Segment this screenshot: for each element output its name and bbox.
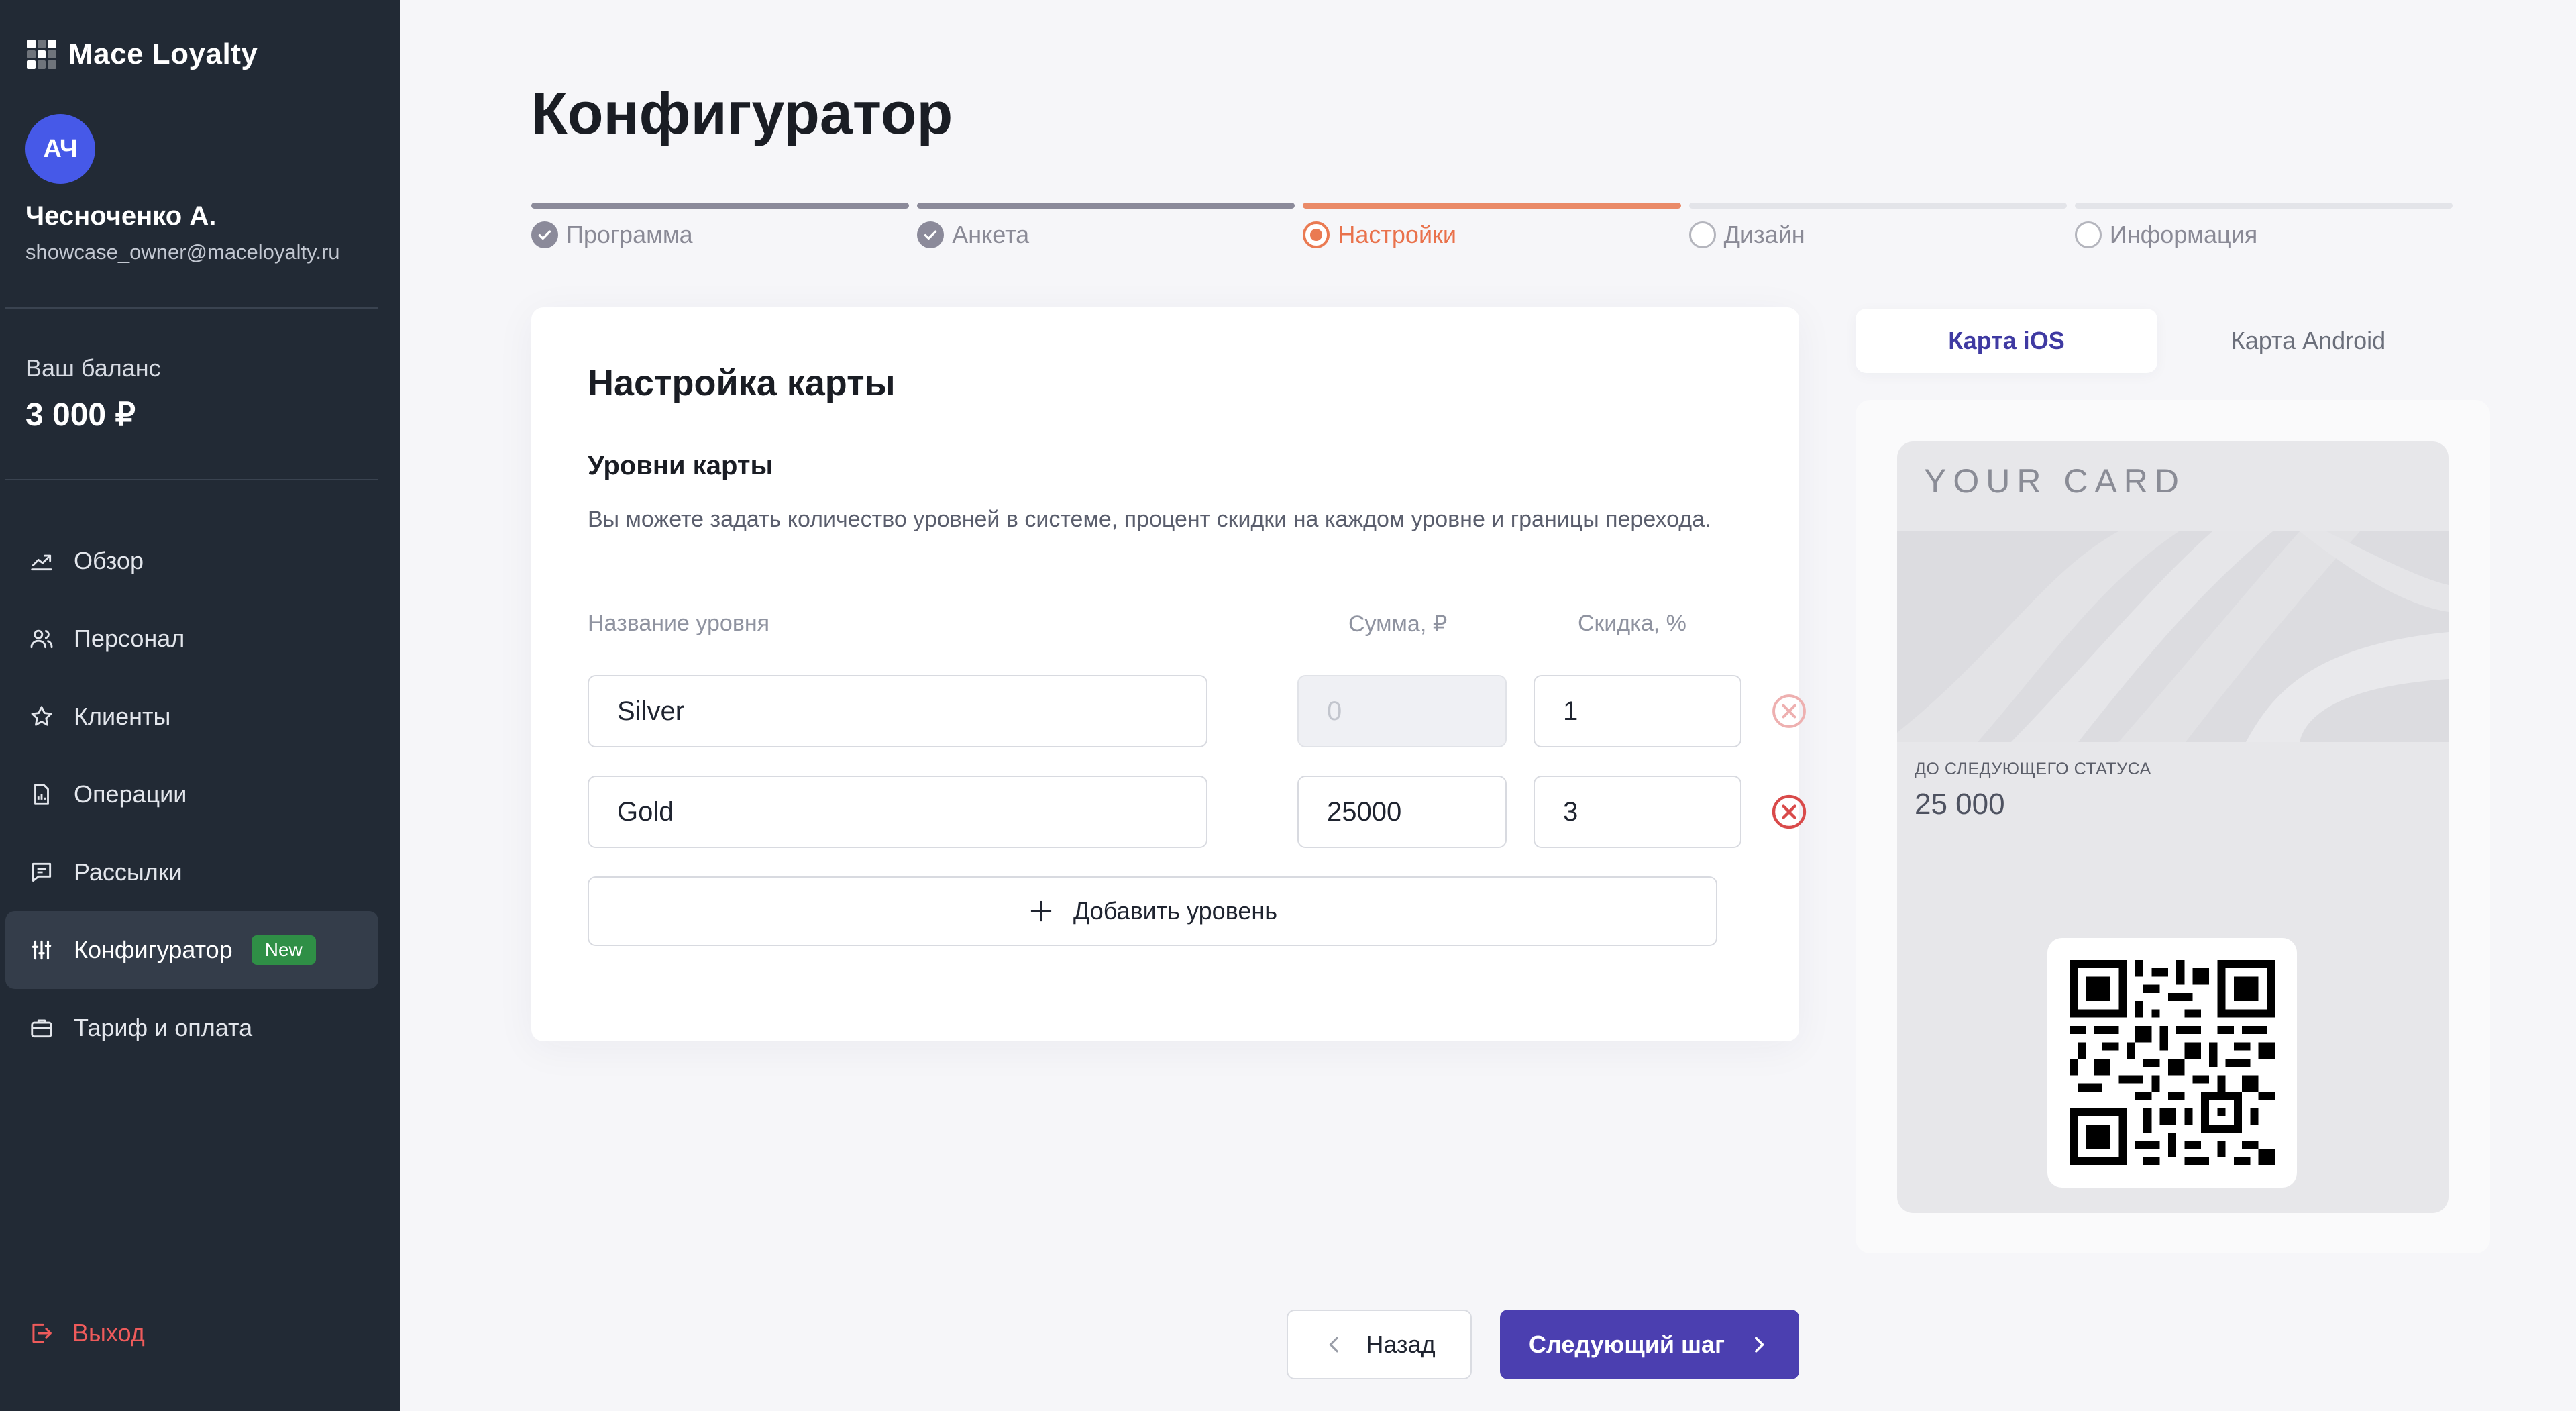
step-progress-bar [1688, 203, 2067, 209]
sliders-icon [28, 937, 55, 963]
brand[interactable]: Mace Loyalty [27, 38, 258, 71]
add-level-button[interactable]: Добавить уровень [588, 876, 1717, 946]
sidebar-item-label: Обзор [74, 547, 144, 574]
step-design[interactable]: Дизайн [1688, 203, 2067, 249]
sidebar-nav: Обзор Персонал Клиенты Операции Рассылки [5, 522, 378, 1067]
section-title: Уровни карты [588, 451, 773, 480]
users-icon [28, 625, 55, 652]
check-icon [531, 221, 558, 248]
logout-icon [32, 1323, 52, 1343]
sidebar-item-operations[interactable]: Операции [5, 755, 378, 833]
page-title: Конфигуратор [531, 80, 953, 146]
main-content: Конфигуратор Программа Анкета Настройки … [400, 0, 2576, 1411]
step-information[interactable]: Информация [2074, 203, 2453, 249]
column-header-sum: Сумма, ₽ [1348, 611, 1448, 637]
back-label: Назад [1366, 1330, 1436, 1358]
sidebar-item-staff[interactable]: Персонал [5, 600, 378, 678]
sidebar-item-label: Операции [74, 780, 187, 808]
sidebar-item-label: Персонал [74, 625, 185, 652]
sidebar-item-overview[interactable]: Обзор [5, 522, 378, 600]
brand-logo-icon [27, 40, 56, 69]
level-sum-input[interactable]: 0 [1297, 675, 1507, 747]
step-progress-bar [1303, 203, 1681, 209]
step-progress-bar [531, 203, 910, 209]
star-icon [28, 703, 55, 730]
step-label: Программа [566, 221, 693, 248]
chevron-left-icon [1330, 1337, 1339, 1353]
back-button[interactable]: Назад [1287, 1310, 1472, 1379]
add-level-label: Добавить уровень [1073, 897, 1278, 925]
brand-name: Mace Loyalty [68, 38, 258, 70]
step-progress-bar [2074, 203, 2453, 209]
new-badge: New [251, 935, 316, 965]
level-name-input[interactable]: Gold [588, 776, 1208, 848]
card-strip-image [1897, 531, 2449, 742]
logout-button[interactable]: Выход [28, 1319, 145, 1347]
level-sum-input[interactable]: 25000 [1297, 776, 1507, 848]
balance-value: 3 000 ₽ [25, 397, 136, 433]
divider [5, 479, 378, 480]
chevron-right-icon [1755, 1337, 1764, 1353]
document-icon [28, 781, 55, 808]
remove-level-button[interactable] [1770, 792, 1809, 831]
card-title: YOUR CARD [1924, 462, 2186, 500]
qr-code-icon [2070, 960, 2275, 1165]
next-status-value: 25 000 [1915, 788, 2005, 821]
tab-android-card[interactable]: Карта Android [2157, 309, 2459, 373]
tab-ios-card[interactable]: Карта iOS [1856, 309, 2157, 373]
step-program[interactable]: Программа [531, 203, 910, 249]
step-settings[interactable]: Настройки [1303, 203, 1681, 249]
radio-empty-icon [2074, 221, 2102, 248]
column-header-name: Название уровня [588, 611, 770, 636]
plus-icon [1030, 900, 1052, 922]
next-label: Следующий шаг [1528, 1330, 1725, 1358]
briefcase-icon [28, 1014, 55, 1041]
step-label: Настройки [1338, 221, 1456, 248]
panel-title: Настройка карты [588, 363, 896, 403]
logout-label: Выход [72, 1319, 145, 1347]
avatar[interactable]: АЧ [25, 114, 95, 184]
stepper: Программа Анкета Настройки Дизайн Информ… [531, 203, 2453, 249]
level-name-input[interactable]: Silver [588, 675, 1208, 747]
level-discount-input[interactable]: 3 [1534, 776, 1741, 848]
user-name: Чесноченко А. [25, 201, 217, 231]
next-step-button[interactable]: Следующий шаг [1500, 1310, 1799, 1379]
next-status-label: ДО СЛЕДУЮЩЕГО СТАТУСА [1915, 760, 2151, 778]
level-discount-input[interactable]: 1 [1534, 675, 1741, 747]
sidebar-item-label: Тариф и оплата [74, 1014, 253, 1041]
card-preview: YOUR CARD ДО СЛЕДУЮЩЕГО СТАТУСА 25 000 [1856, 400, 2490, 1253]
step-form[interactable]: Анкета [917, 203, 1295, 249]
sidebar-item-clients[interactable]: Клиенты [5, 678, 378, 755]
step-progress-bar [917, 203, 1295, 209]
radio-empty-icon [1688, 221, 1716, 248]
qr-code [2047, 938, 2297, 1188]
radio-current-icon [1303, 221, 1330, 248]
sidebar-item-mailings[interactable]: Рассылки [5, 833, 378, 911]
close-circle-icon [1772, 794, 1807, 829]
sidebar-item-label: Конфигуратор [74, 936, 233, 963]
sidebar-item-label: Рассылки [74, 858, 182, 886]
step-label: Дизайн [1723, 221, 1805, 248]
preview-tabs: Карта iOS Карта Android [1856, 309, 2459, 373]
sidebar-item-configurator[interactable]: Конфигуратор New [5, 911, 378, 989]
divider [5, 307, 378, 309]
close-circle-icon [1772, 694, 1806, 728]
step-label: Информация [2109, 221, 2258, 248]
card-settings-panel: Настройка карты Уровни карты Вы можете з… [531, 307, 1807, 1041]
balance-label: Ваш баланс [25, 354, 161, 382]
column-header-discount: Скидка, % [1578, 611, 1686, 636]
wallet-card: YOUR CARD ДО СЛЕДУЮЩЕГО СТАТУСА 25 000 [1897, 441, 2449, 1213]
sidebar-item-billing[interactable]: Тариф и оплата [5, 989, 378, 1067]
sidebar: Mace Loyalty АЧ Чесноченко А. showcase_o… [0, 0, 400, 1411]
step-label: Анкета [952, 221, 1030, 248]
sidebar-item-label: Клиенты [74, 702, 171, 730]
chart-icon [28, 547, 55, 574]
remove-level-button[interactable] [1770, 692, 1809, 731]
check-icon [917, 221, 945, 248]
message-icon [28, 859, 55, 886]
section-description: Вы можете задать количество уровней в си… [588, 507, 1711, 532]
user-email: showcase_owner@maceloyalty.ru [25, 240, 340, 264]
